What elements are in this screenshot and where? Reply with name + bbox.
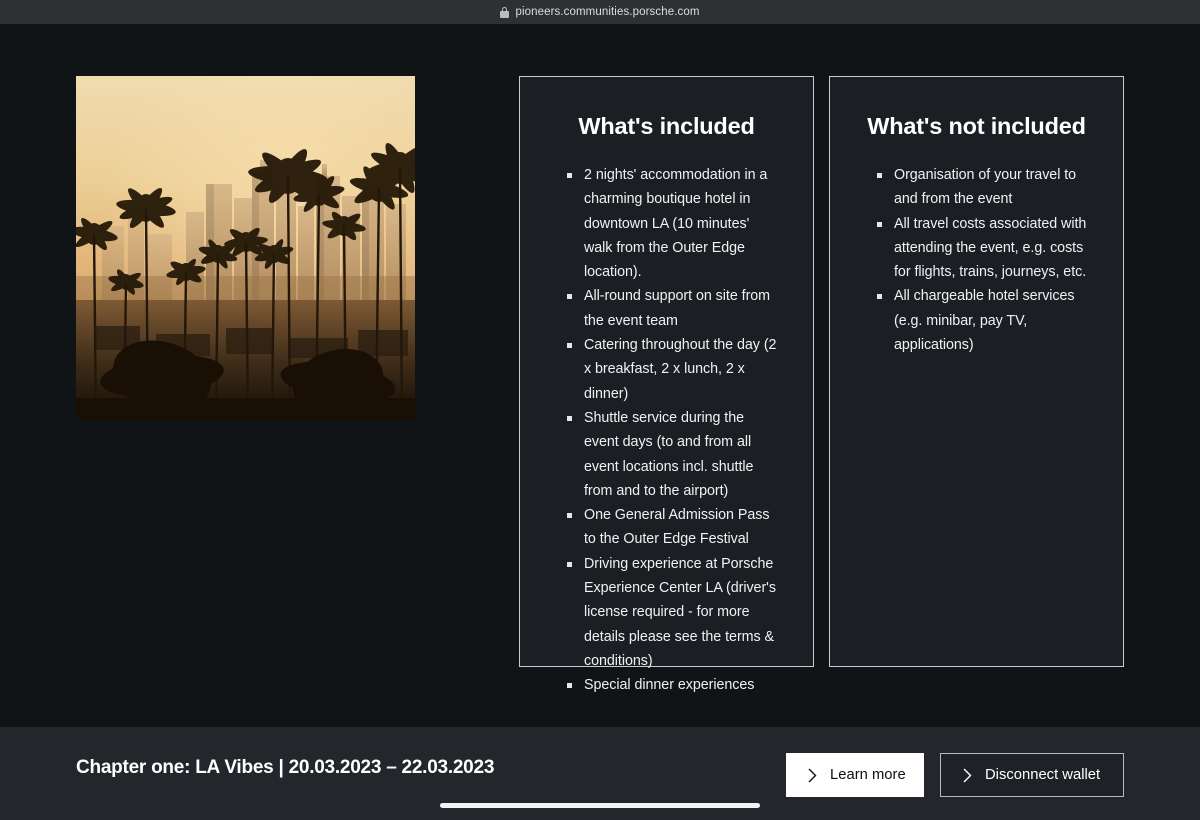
included-list: 2 nights' accommodation in a charming bo… [554,163,779,698]
list-item-text: Catering throughout the day (2 x breakfa… [584,337,777,402]
list-item: All travel costs associated with attendi… [864,212,1089,285]
list-item: One General Admission Pass to the Outer … [554,503,779,552]
bullet-icon [877,221,882,227]
list-item-text: All travel costs associated with attendi… [894,215,1087,281]
browser-chrome: × × pioneers.communities.porsche.com [0,0,1200,24]
bullet-icon [567,683,572,689]
learn-more-button[interactable]: Learn more [786,753,924,797]
tab-close-icon[interactable]: × [108,0,118,3]
list-item: Driving experience at Porsche Experience… [554,552,779,673]
bullet-icon [567,343,572,349]
list-item-text: 2 nights' accommodation in a charming bo… [584,167,768,281]
disconnect-wallet-label: Disconnect wallet [985,767,1101,783]
address-bar[interactable]: pioneers.communities.porsche.com [500,3,699,21]
list-item-text: Organisation of your travel to and from … [894,167,1077,208]
list-item-text: One General Admission Pass to the Outer … [584,507,770,548]
bullet-icon [567,294,572,300]
bullet-icon [567,173,572,178]
list-item-text: All-round support on site from the event… [584,288,771,329]
disconnect-wallet-button[interactable]: Disconnect wallet [940,753,1124,797]
chapter-title: Chapter one: LA Vibes | 20.03.2023 – 22.… [76,757,495,778]
hero-image-la-skyline [76,76,415,420]
lock-icon [500,6,510,18]
list-item-text: All chargeable hotel services (e.g. mini… [894,288,1075,354]
page-content: What's included 2 nights' accommodation … [0,24,1200,727]
tab-close-icon[interactable]: × [58,0,68,3]
bullet-icon [567,513,572,519]
chevron-right-icon [963,768,972,783]
panel-whats-included: What's included 2 nights' accommodation … [519,76,814,693]
list-item-text: Special dinner experiences [584,677,755,694]
panel-whats-not-included: What's not included Organisation of your… [829,76,1124,667]
bullet-icon [567,561,572,567]
home-indicator[interactable] [440,803,760,808]
browser-window: × × pioneers.communities.porsche.com [0,0,1200,820]
url-text: pioneers.communities.porsche.com [515,6,700,18]
not-included-list: Organisation of your travel to and from … [864,163,1089,357]
list-item: Special dinner experiences [554,673,779,697]
bullet-icon [877,294,882,300]
panel-title: What's not included [867,113,1086,139]
list-item-text: Driving experience at Porsche Experience… [584,555,776,669]
chevron-right-icon [808,768,817,783]
list-item: Catering throughout the day (2 x breakfa… [554,333,779,406]
bullet-icon [877,173,882,178]
list-item: All chargeable hotel services (e.g. mini… [864,284,1089,357]
list-item: Shuttle service during the event days (t… [554,406,779,503]
list-item: 2 nights' accommodation in a charming bo… [554,163,779,284]
panel-title: What's included [578,113,755,139]
list-item: Organisation of your travel to and from … [864,163,1089,212]
list-item-text: Shuttle service during the event days (t… [584,409,754,499]
bullet-icon [567,415,572,421]
learn-more-label: Learn more [830,767,906,783]
list-item: All-round support on site from the event… [554,284,779,333]
